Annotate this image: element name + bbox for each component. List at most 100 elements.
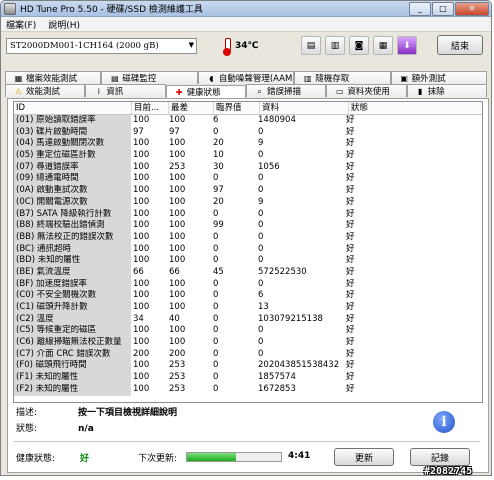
table-row[interactable]: (0C) 開關電源次數 100 100 20 9 好 [14,196,482,209]
erase-icon: ▮ [417,86,423,96]
table-cell: 100 [169,231,186,242]
smart-attribute-list[interactable]: ID 目前... 最差 臨界值 資料 狀態 (01) 原始讀取錯誤率 100 100 6 1480… [13,101,483,403]
table-row[interactable]: (F0) 磁頭飛行時間 100 253 0 202043851538432 好 [14,360,482,373]
table-row[interactable]: (C1) 磁頭升降計數 100 100 0 13 好 [14,302,482,314]
table-cell: 好 [346,196,355,207]
tab-label: 抹除 [427,87,445,97]
column-header[interactable]: 最差 [169,102,214,114]
table-cell: 100 [169,325,186,336]
tab-random-access[interactable]: ▥ 隨機存取 [294,71,391,84]
table-cell: 253 [169,360,186,371]
drive-select[interactable]: ST2000DM001-1CH164 (2000 gB) ▼ [6,38,197,54]
table-cell: 202043851538432 [258,360,340,371]
window-controls: _ □ ✕ [409,2,489,16]
copy-text-icon[interactable]: ▥ [325,36,345,55]
save-disk-icon[interactable]: ▦ [373,36,393,55]
table-row[interactable]: (BE) 氣流溫度 66 66 45 572522530 好 [14,266,482,279]
minimize-button[interactable]: _ [409,2,431,16]
screenshot-camera-icon[interactable]: ◙ [349,36,369,55]
exit-button[interactable]: 結束 [437,35,483,55]
table-cell: 100 [133,196,150,207]
table-row[interactable]: (0A) 啟動重試次數 100 100 97 0 好 [14,185,482,197]
table-cell: 40 [169,313,180,324]
table-cell: 100 [133,302,150,312]
table-row[interactable]: (C5) 等候重定的磁區 100 100 0 0 好 [14,325,482,338]
copy-info-icon[interactable]: ▤ [301,36,321,55]
table-row[interactable]: (BF) 加速度錯誤率 100 100 0 0 好 [14,278,482,291]
table-row[interactable]: (BC) 通訊超時 100 100 0 0 好 [14,243,482,256]
table-cell: 97 [169,126,180,137]
table-cell: 100 [169,278,186,289]
tab-erase[interactable]: ▮ 抹除 [406,84,487,97]
column-header[interactable]: ID [14,102,132,114]
table-cell: 200 [169,348,186,359]
tab-benchmark[interactable]: ⚠ 效能測試 [5,84,86,97]
table-cell: 0 [213,278,219,289]
table-cell: 103079215138 [258,313,323,324]
close-button[interactable]: ✕ [455,2,489,16]
download-icon[interactable]: ⬇ [397,36,417,55]
table-row[interactable]: (04) 馬達啟動關閉次數 100 100 20 9 好 [14,138,482,151]
table-cell: 100 [133,220,150,231]
tab-health-cross[interactable]: ✚ 健康狀態 [165,85,246,98]
menu-help[interactable]: 說明(H) [48,18,80,31]
log-button[interactable]: 記錄 [410,448,470,466]
table-row[interactable]: (BD) 未知的屬性 100 100 0 0 好 [14,255,482,267]
table-cell: 13 [258,302,269,312]
table-row[interactable]: (01) 原始讀取錯誤率 100 100 6 1480904 好 [14,115,482,127]
tab-extra-tests[interactable]: ▣ 額外測試 [390,71,488,84]
random-access-icon: ▥ [303,73,312,83]
table-cell: 好 [346,220,355,231]
table-row[interactable]: (03) 碟片啟動時間 97 97 0 0 好 [14,126,482,139]
table-cell: 0 [213,243,219,254]
table-cell: 10 [213,150,224,161]
table-cell: 100 [169,185,186,196]
table-row[interactable]: (BB) 無法校正的錯誤次數 100 100 0 0 好 [14,231,482,244]
maximize-button[interactable]: □ [432,2,454,16]
tab-label: 隨機存取 [315,74,350,84]
column-header[interactable]: 狀態 [349,102,449,114]
table-cell: 0 [213,302,219,312]
table-cell: 100 [169,208,186,219]
table-row[interactable]: (B7) SATA 降級執行計數 100 100 0 0 好 [14,208,482,221]
table-row[interactable]: (09) 總通電時間 100 100 0 0 好 [14,173,482,186]
tab-disk-monitor[interactable]: ▤ 磁碟監控 [101,71,198,84]
table-cell: (C6) 離線掃瞄無法校正數量 [14,337,131,349]
title-bar: HD Tune Pro 5.50 - 硬碟/SSD 檢測維護工具 _ □ ✕ [1,1,491,17]
table-cell: 好 [346,348,355,359]
tab-label: 資訊 [106,87,124,97]
table-row[interactable]: (C6) 離線掃瞄無法校正數量 100 100 0 0 好 [14,337,482,349]
column-header[interactable]: 資料 [260,102,349,114]
update-button[interactable]: 更新 [334,448,394,466]
tab-label: 錯誤掃描 [266,87,301,97]
tab-speaker[interactable]: ◖ 自動噪聲管理(AAM) [197,71,295,84]
temperature-readout: 34℃ [235,41,259,51]
table-cell: 100 [133,337,150,348]
table-row[interactable]: (F1) 未知的屬性 100 253 0 1857574 好 [14,372,482,384]
tab-file-benchmark[interactable]: ▦ 檔案效能測試 [5,71,102,84]
table-row[interactable]: (C7) 介面 CRC 錯誤次數 200 200 0 0 好 [14,348,482,361]
column-header[interactable]: 臨界值 [214,102,260,114]
table-row[interactable]: (B8) 終端校驗出錯偵測 100 100 99 0 好 [14,220,482,232]
tab-folder-usage[interactable]: ▭ 資料夾使用 [326,84,407,97]
column-header[interactable]: 目前... [132,102,169,114]
tab-info-tab[interactable]: ⅰ 資訊 [85,84,166,97]
table-cell: 0 [258,173,264,184]
table-row[interactable]: (05) 重定位磁區計數 100 100 10 0 好 [14,150,482,162]
table-cell: 好 [346,126,355,137]
table-row[interactable]: (C0) 不安全關機次數 100 100 0 6 好 [14,290,482,302]
table-cell: 100 [133,383,150,394]
table-cell: (B7) SATA 降級執行計數 [14,208,131,221]
menu-file[interactable]: 檔案(F) [6,18,36,31]
table-cell: (05) 重定位磁區計數 [14,150,131,162]
toolbar-icons: ▤ ▥ ◙ ▦ ⬇ [301,36,417,55]
table-row[interactable]: (C2) 溫度 34 40 0 103079215138 好 [14,313,482,326]
tab-error-scan[interactable]: ⌕ 錯誤掃描 [245,84,327,97]
table-row[interactable]: (07) 尋道錯誤率 100 253 30 1056 好 [14,161,482,174]
tab-label: 資料夾使用 [347,87,390,97]
tab-label: 效能測試 [26,87,61,97]
tab-label: 檔案效能測試 [26,74,78,84]
table-cell: 0 [258,208,264,219]
table-cell: 好 [346,313,355,324]
table-row[interactable]: (F2) 未知的屬性 100 253 0 1672853 好 [14,383,482,396]
